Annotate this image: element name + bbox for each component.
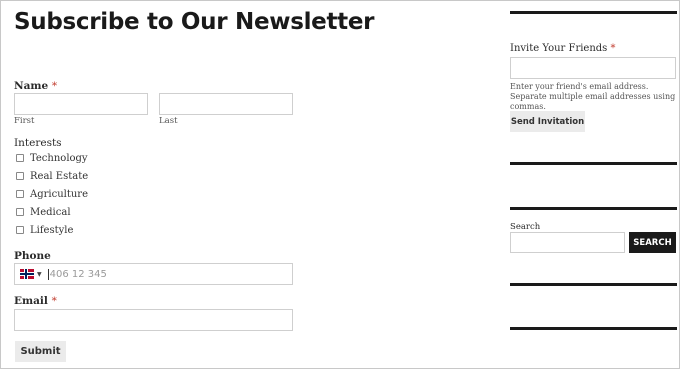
email-input[interactable] [14, 309, 293, 331]
checkbox[interactable] [16, 208, 24, 216]
invite-label-text: Invite Your Friends [510, 43, 608, 54]
invite-help-text: Enter your friend's email address. Separ… [510, 82, 676, 111]
search-input[interactable] [510, 232, 625, 253]
interest-option-label: Lifestyle [30, 224, 74, 236]
interest-option-technology[interactable]: Technology [16, 151, 88, 165]
interest-option-label: Technology [30, 152, 88, 164]
invite-label: Invite Your Friends * [510, 43, 616, 54]
name-label: Name * [14, 80, 57, 92]
first-name-input[interactable] [14, 93, 148, 115]
checkbox[interactable] [16, 190, 24, 198]
sidebar-divider [510, 11, 677, 14]
interests-label: Interests [14, 137, 62, 149]
search-label: Search [510, 222, 541, 232]
name-required-mark: * [51, 80, 58, 92]
interest-option-label: Medical [30, 206, 71, 218]
interest-option-label: Real Estate [30, 170, 89, 182]
send-invitation-button[interactable]: Send Invitation [510, 111, 585, 132]
phone-input[interactable]: ▼ 406 12 345 [14, 263, 293, 285]
checkbox[interactable] [16, 154, 24, 162]
sidebar-divider [510, 283, 677, 286]
email-label-text: Email [14, 295, 48, 307]
sidebar-divider [510, 207, 677, 210]
interest-option-real-estate[interactable]: Real Estate [16, 169, 88, 183]
sidebar-divider [510, 327, 677, 330]
sidebar-divider [510, 162, 677, 165]
last-name-sublabel: Last [159, 116, 178, 126]
interest-option-medical[interactable]: Medical [16, 205, 71, 219]
email-label: Email * [14, 295, 57, 307]
search-button[interactable]: SEARCH [629, 232, 676, 253]
interest-option-lifestyle[interactable]: Lifestyle [16, 223, 73, 237]
norway-flag-icon[interactable] [20, 269, 34, 279]
invite-required-mark: * [610, 43, 616, 54]
phone-label: Phone [14, 250, 51, 262]
invite-email-input[interactable] [510, 57, 676, 79]
interest-option-label: Agriculture [30, 188, 88, 200]
first-name-sublabel: First [14, 116, 35, 126]
checkbox[interactable] [16, 172, 24, 180]
caret-down-icon[interactable]: ▼ [37, 271, 42, 278]
submit-button[interactable]: Submit [15, 341, 66, 362]
last-name-input[interactable] [159, 93, 293, 115]
checkbox[interactable] [16, 226, 24, 234]
email-required-mark: * [51, 295, 57, 307]
phone-placeholder: 406 12 345 [47, 268, 107, 280]
name-label-text: Name [14, 80, 49, 92]
interest-option-agriculture[interactable]: Agriculture [16, 187, 88, 201]
form-title: Subscribe to Our Newsletter [14, 9, 375, 35]
